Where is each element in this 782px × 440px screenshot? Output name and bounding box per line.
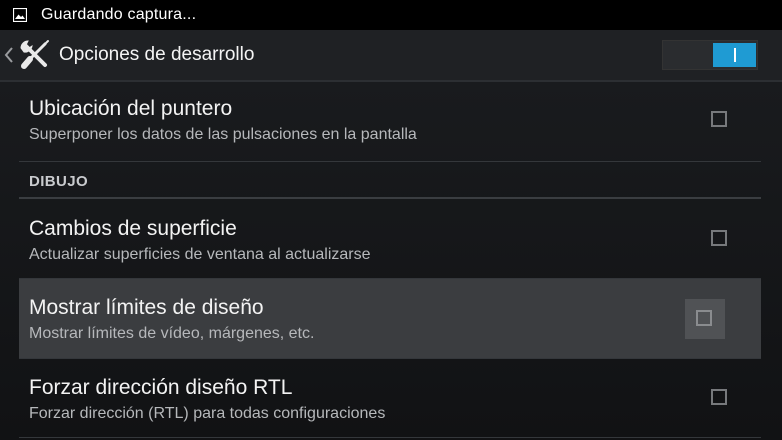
section-divider	[19, 197, 761, 199]
status-bar: Guardando captura...	[0, 0, 782, 30]
pref-summary: Forzar dirección (RTL) para todas config…	[29, 405, 386, 422]
pref-surface-updates[interactable]: Cambios de superficie Actualizar superfi…	[19, 200, 761, 279]
section-header-drawing: DIBUJO	[29, 173, 89, 190]
surface-updates-checkbox[interactable]	[711, 230, 727, 246]
chevron-left-icon[interactable]	[4, 47, 14, 63]
page-title: Opciones de desarrollo	[59, 44, 255, 65]
developer-options-toggle[interactable]	[662, 40, 758, 70]
pref-summary: Superponer los datos de las pulsaciones …	[29, 126, 417, 143]
pref-pointer-location[interactable]: Ubicación del puntero Superponer los dat…	[19, 82, 761, 162]
pref-force-rtl[interactable]: Forzar dirección diseño RTL Forzar direc…	[19, 359, 761, 438]
pointer-location-checkbox[interactable]	[711, 111, 727, 127]
pref-summary: Mostrar límites de vídeo, márgenes, etc.	[29, 325, 315, 342]
layout-bounds-checkbox[interactable]	[696, 310, 712, 326]
pref-title: Cambios de superficie	[29, 217, 237, 240]
pref-title: Ubicación del puntero	[29, 97, 233, 120]
pref-summary: Actualizar superficies de ventana al act…	[29, 246, 371, 263]
force-rtl-checkbox[interactable]	[711, 389, 727, 405]
tools-icon[interactable]	[18, 38, 52, 72]
status-notification-text: Guardando captura...	[41, 6, 197, 23]
image-icon	[12, 7, 28, 23]
pref-title: Forzar dirección diseño RTL	[29, 376, 293, 399]
pref-title: Mostrar límites de diseño	[29, 296, 264, 319]
action-bar: Opciones de desarrollo	[0, 30, 782, 82]
pref-layout-bounds[interactable]: Mostrar límites de diseño Mostrar límite…	[19, 279, 761, 359]
toggle-thumb	[713, 43, 756, 67]
